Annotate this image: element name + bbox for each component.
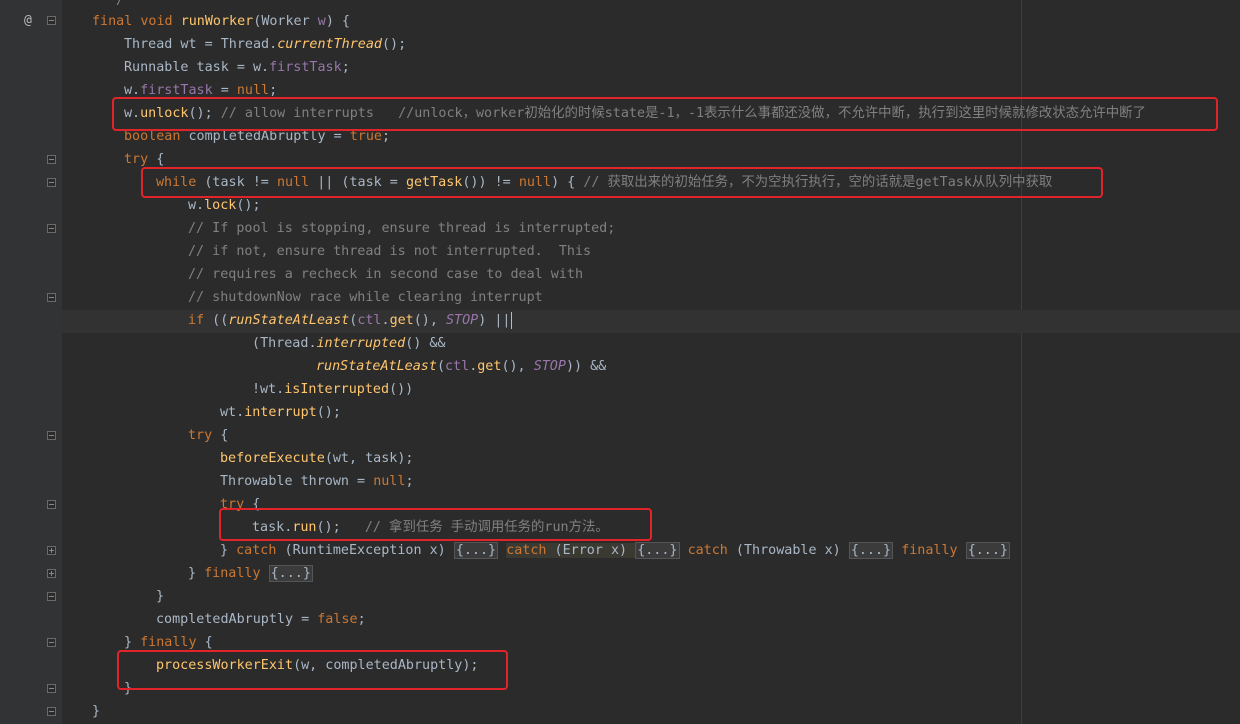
annotation-box-exit: [117, 650, 508, 690]
code-line: Throwable thrown = null;: [220, 474, 414, 489]
fold-expand-icon[interactable]: [47, 569, 56, 578]
code-line: Runnable task = w.firstTask;: [124, 60, 350, 75]
fold-collapse-icon[interactable]: [47, 500, 56, 509]
code-line: }: [92, 704, 101, 719]
text-cursor: [510, 311, 512, 329]
code-line: runStateAtLeast(ctl.get(), STOP)) &&: [316, 359, 607, 374]
annotation-box-while: [141, 167, 1103, 198]
folded-code-block[interactable]: {...}: [453, 542, 499, 559]
fold-expand-icon[interactable]: [47, 546, 56, 555]
code-line: wt.interrupt();: [220, 405, 341, 420]
code-line: completedAbruptly = false;: [156, 612, 366, 627]
override-marker-icon[interactable]: @: [24, 9, 32, 32]
fold-collapse-icon[interactable]: [47, 592, 56, 601]
code-line: beforeExecute(wt, task);: [220, 451, 414, 466]
folded-code-block[interactable]: {...}: [965, 542, 1010, 559]
code-line: !wt.isInterrupted()): [252, 382, 414, 397]
code-line: // if not, ensure thread is not interrup…: [188, 244, 592, 259]
code-line: }: [156, 589, 165, 604]
editor-gutter: @: [0, 0, 62, 724]
fold-collapse-icon[interactable]: [47, 431, 56, 440]
code-line: if ((runStateAtLeast(ctl.get(), STOP) ||: [188, 311, 512, 329]
fold-collapse-icon[interactable]: [47, 684, 56, 693]
annotation-box-run: [219, 508, 652, 541]
code-line: } finally {...}: [188, 565, 313, 582]
code-line: } catch (RuntimeException x) {...} catch…: [220, 542, 1010, 559]
fold-collapse-icon[interactable]: [47, 293, 56, 302]
fold-collapse-icon[interactable]: [47, 16, 56, 25]
fold-collapse-icon[interactable]: [47, 707, 56, 716]
code-line: final void runWorker(Worker w) {: [92, 14, 350, 29]
fold-collapse-icon[interactable]: [47, 178, 56, 187]
code-line: try {: [188, 428, 229, 443]
folded-code-block[interactable]: {...}: [848, 542, 894, 559]
folded-code-block[interactable]: {...}: [268, 565, 313, 582]
code-line: Thread wt = Thread.currentThread();: [124, 37, 407, 52]
fold-collapse-icon[interactable]: [47, 155, 56, 164]
folded-code-block[interactable]: {...}: [635, 542, 680, 559]
code-line: // If pool is stopping, ensure thread is…: [188, 221, 616, 236]
code-line: // shutdownNow race while clearing inter…: [188, 290, 543, 305]
code-line: (Thread.interrupted() &&: [252, 336, 446, 351]
code-line: // requires a recheck in second case to …: [188, 267, 584, 282]
code-editor[interactable]: @ */ final void runWorker(Worker w) { Th…: [0, 0, 1240, 724]
fold-collapse-icon[interactable]: [47, 638, 56, 647]
fold-collapse-icon[interactable]: [47, 224, 56, 233]
annotation-box-unlock: [112, 97, 1218, 131]
